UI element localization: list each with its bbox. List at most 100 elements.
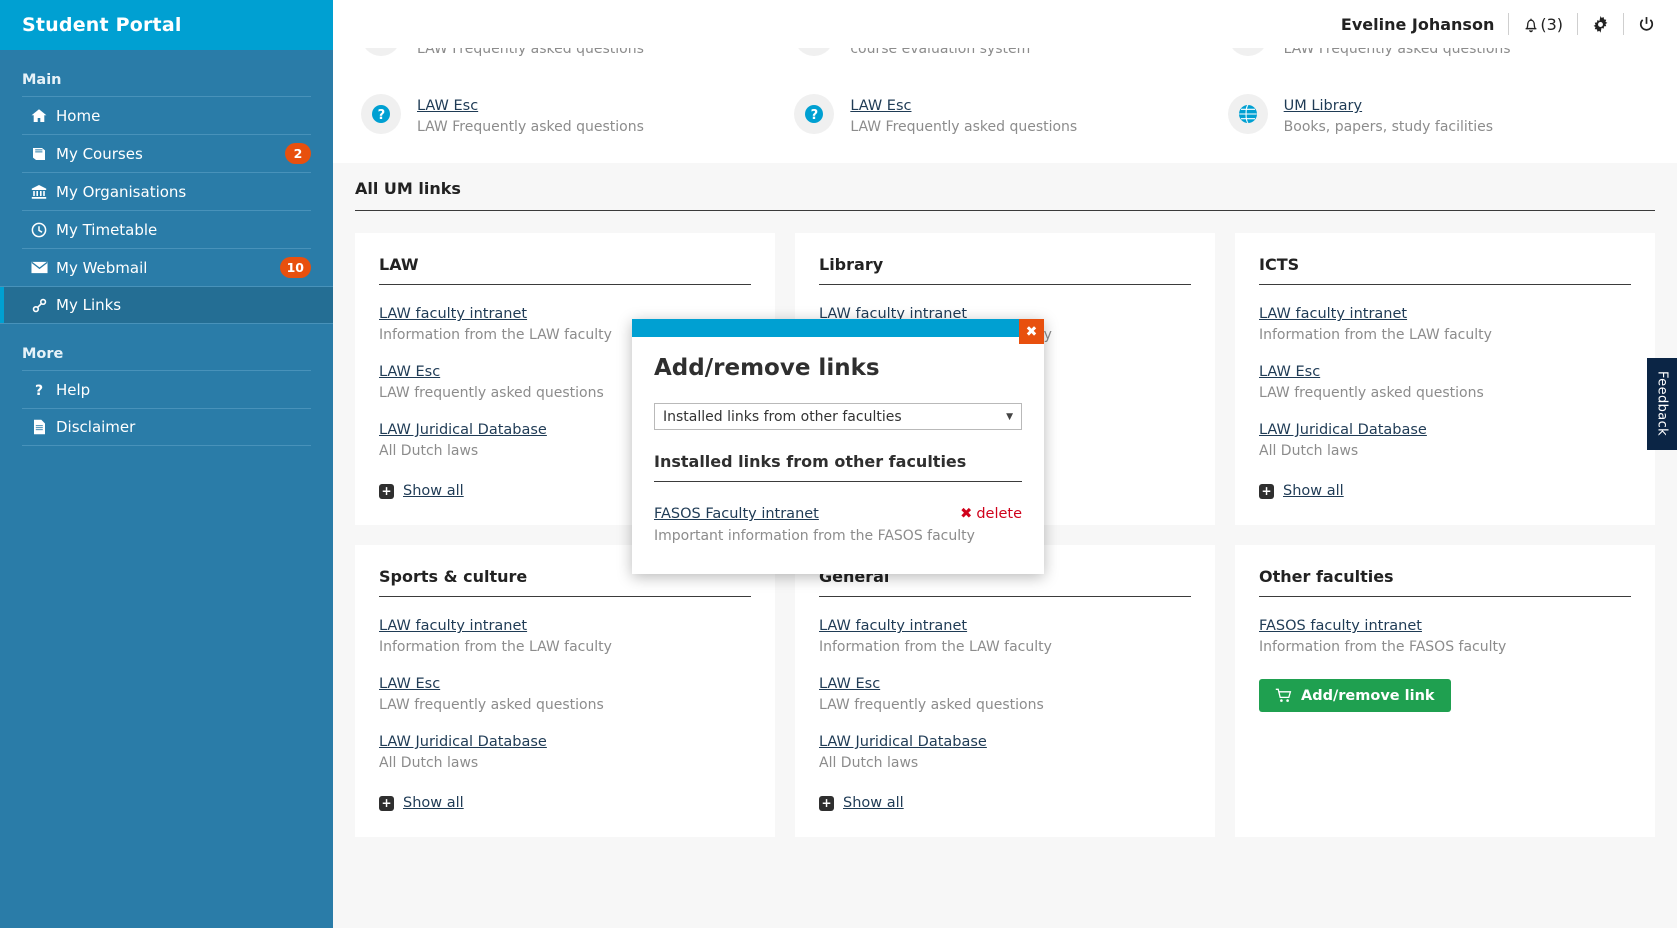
link-title[interactable]: LAW Esc <box>819 676 880 692</box>
link-desc: LAW frequently asked questions <box>819 697 1044 713</box>
list-item[interactable]: LAW Esc LAW frequently asked questions <box>1259 361 1631 401</box>
power-icon <box>1638 16 1655 33</box>
logout-button[interactable] <box>1638 16 1655 33</box>
top-link-desc: LAW Frequently asked questions <box>417 119 644 135</box>
link-title[interactable]: LAW faculty intranet <box>379 306 527 322</box>
bank-icon <box>22 184 56 200</box>
sidebar-item-label: My Links <box>56 296 122 314</box>
svg-text:?: ? <box>35 383 43 398</box>
delete-link-button[interactable]: ✖ delete <box>960 506 1022 522</box>
sidebar-section-label-main: Main <box>22 72 62 88</box>
list-item[interactable]: LAW Juridical Database All Dutch laws <box>379 731 751 771</box>
links-panel-icts: ICTS LAW faculty intranet Information fr… <box>1235 233 1655 525</box>
list-item[interactable]: FASOS faculty intranet Information from … <box>1259 615 1631 655</box>
svg-text:?: ? <box>378 108 386 123</box>
sidebar-item-disclaimer[interactable]: Disclaimer <box>22 408 311 446</box>
plus-square-icon: + <box>379 795 394 811</box>
link-title[interactable]: LAW Esc <box>379 364 440 380</box>
sidebar-nav-more: ? Help Disclaimer <box>0 370 333 446</box>
sidebar-item-label: My Courses <box>56 144 143 163</box>
list-item[interactable]: LAW faculty intranet Information from th… <box>379 615 751 655</box>
top-link-title[interactable]: LAW Esc <box>850 98 911 114</box>
links-panel-sports-culture: Sports & culture LAW faculty intranet In… <box>355 545 775 837</box>
link-title[interactable]: FASOS faculty intranet <box>1259 618 1422 634</box>
question-circle-icon: ? <box>794 94 835 134</box>
feedback-tab[interactable]: Feedback <box>1647 358 1677 450</box>
links-panel-general: General LAW faculty intranet Information… <box>795 545 1215 837</box>
list-item[interactable]: LAW faculty intranet Information from th… <box>819 615 1191 655</box>
top-link-desc: Books, papers, study facilities <box>1283 119 1494 135</box>
installed-link-title[interactable]: FASOS Faculty intranet <box>654 506 819 522</box>
top-link-title[interactable]: LAW Esc <box>417 98 478 114</box>
list-item[interactable]: LAW Esc LAW frequently asked questions <box>819 673 1191 713</box>
list-item[interactable]: LAW Juridical Database All Dutch laws <box>819 731 1191 771</box>
divider <box>1508 13 1510 35</box>
delete-x-icon: ✖ <box>960 506 973 522</box>
top-bar: Eveline Johanson (3) <box>333 0 1677 48</box>
list-item[interactable]: LAW Esc LAW frequently asked questions <box>379 673 751 713</box>
panel-title: Other faculties <box>1259 567 1631 597</box>
link-desc: Information from the FASOS faculty <box>1259 639 1507 655</box>
close-icon[interactable]: ✖ <box>1019 319 1044 344</box>
link-icon <box>22 297 56 314</box>
faculty-select-value: Installed links from other faculties <box>663 408 902 425</box>
panel-title: LAW <box>379 255 751 285</box>
top-link-item[interactable]: ? LAW Esc LAW Frequently asked questions <box>788 84 1221 145</box>
settings-button[interactable] <box>1592 15 1609 33</box>
gear-icon <box>1592 15 1609 33</box>
link-desc: All Dutch laws <box>1259 443 1359 459</box>
sidebar-item-help[interactable]: ? Help <box>22 370 311 408</box>
user-name: Eveline Johanson <box>1340 14 1495 34</box>
chevron-down-icon: ▼ <box>1006 411 1013 422</box>
link-title[interactable]: LAW Juridical Database <box>819 734 987 750</box>
link-title[interactable]: LAW faculty intranet <box>379 618 527 634</box>
link-title[interactable]: LAW Juridical Database <box>379 422 547 438</box>
show-all-label: Show all <box>843 795 904 811</box>
plus-square-icon: + <box>819 795 834 811</box>
top-link-title[interactable]: UM Library <box>1284 98 1362 114</box>
sidebar-item-home[interactable]: Home <box>22 96 311 134</box>
sidebar-item-my-timetable[interactable]: My Timetable <box>22 210 311 248</box>
faculty-select[interactable]: Installed links from other faculties ▼ <box>654 403 1022 430</box>
show-all-button[interactable]: + Show all <box>1259 483 1631 499</box>
show-all-button[interactable]: + Show all <box>819 795 1191 811</box>
modal-body: Add/remove links Installed links from ot… <box>632 337 1044 574</box>
envelope-icon <box>22 259 56 276</box>
notifications-button[interactable]: (3) <box>1523 15 1563 34</box>
link-title[interactable]: LAW Juridical Database <box>379 734 547 750</box>
show-all-label: Show all <box>403 483 464 499</box>
sidebar-nav-main: Home My Courses 2 My Organisations My Ti… <box>0 96 333 324</box>
link-title[interactable]: LAW Esc <box>379 676 440 692</box>
sidebar-item-label: My Organisations <box>56 182 187 201</box>
divider <box>1623 13 1624 35</box>
sidebar-item-my-organisations[interactable]: My Organisations <box>22 172 311 210</box>
cart-icon <box>1275 688 1292 703</box>
sidebar-item-label: Home <box>56 106 101 125</box>
sidebar-item-my-links[interactable]: My Links <box>0 286 333 324</box>
show-all-button[interactable]: + Show all <box>379 795 751 811</box>
link-title[interactable]: LAW Juridical Database <box>1259 422 1427 438</box>
app-root: Student Portal Main Home My Courses 2 My… <box>0 0 1677 928</box>
sidebar-item-label: My Timetable <box>56 220 158 239</box>
sidebar-item-label: Disclaimer <box>56 418 136 436</box>
sidebar-badge-my-webmail: 10 <box>279 257 311 278</box>
plus-square-icon: + <box>1259 483 1274 499</box>
list-item[interactable]: LAW faculty intranet Information from th… <box>1259 303 1631 343</box>
sidebar-item-my-courses[interactable]: My Courses 2 <box>22 134 311 172</box>
add-remove-link-label: Add/remove link <box>1301 687 1435 704</box>
links-panel-other-faculties: Other faculties FASOS faculty intranet I… <box>1235 545 1655 837</box>
top-link-item[interactable]: ? LAW Esc LAW Frequently asked questions <box>355 84 788 145</box>
app-brand-title: Student Portal <box>0 0 333 50</box>
home-icon <box>22 108 56 124</box>
document-icon <box>22 419 56 435</box>
add-remove-link-button[interactable]: Add/remove link <box>1259 679 1451 712</box>
sidebar-item-my-webmail[interactable]: My Webmail 10 <box>22 248 311 286</box>
link-title[interactable]: LAW Esc <box>1259 364 1320 380</box>
link-title[interactable]: LAW faculty intranet <box>1259 306 1407 322</box>
show-all-label: Show all <box>403 795 464 811</box>
list-item[interactable]: LAW Juridical Database All Dutch laws <box>1259 419 1631 459</box>
top-link-item[interactable]: UM Library Books, papers, study faciliti… <box>1222 84 1655 145</box>
link-title[interactable]: LAW faculty intranet <box>819 618 967 634</box>
sidebar: Student Portal Main Home My Courses 2 My… <box>0 0 333 928</box>
clock-icon <box>22 222 56 238</box>
